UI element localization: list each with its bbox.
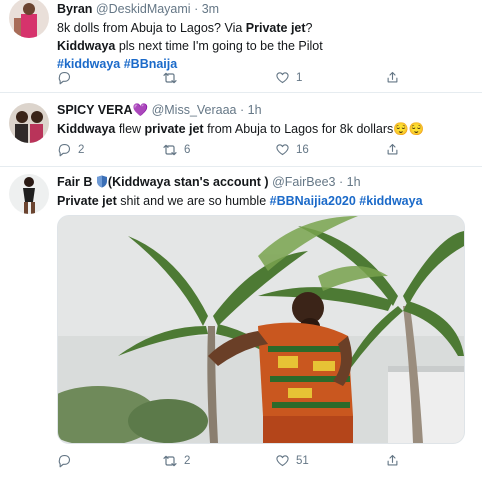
emoji: 😌😌 [393,122,425,136]
share-button[interactable] [385,70,400,85]
share-icon [385,70,400,85]
display-name[interactable]: Fair B [57,175,92,189]
avatar[interactable] [9,103,49,143]
reply-button[interactable]: 2 [57,142,84,157]
avatar-image [9,0,49,38]
tweet-header: Fair B (Kiddwaya stan's account ) @FairB… [57,175,361,189]
like-button[interactable]: 16 [275,142,309,157]
hashtag[interactable]: #kiddwaya [359,194,422,208]
separator: · [338,175,344,189]
reply-icon [57,453,72,468]
avatar-image [9,174,49,214]
tweet-text: Private jet shit and we are so humble #B… [57,192,423,210]
like-icon [275,70,290,85]
retweet-icon [162,70,178,86]
bold-text: private jet [144,122,204,136]
handle[interactable]: @FairBee3 [272,175,335,189]
like-icon [275,453,290,468]
retweet-icon [162,453,178,469]
retweet-count: 2 [184,455,191,467]
timestamp[interactable]: 1h [347,175,361,189]
avatar[interactable] [9,174,49,214]
share-icon [385,142,400,157]
photo-image [58,216,464,443]
timestamp[interactable]: 1h [248,103,262,117]
avatar[interactable] [9,0,49,38]
hashtag[interactable]: #BBnaija [124,57,178,71]
display-name[interactable]: SPICY VERA [57,103,133,117]
display-name-suffix[interactable]: (Kiddwaya stan's account ) [108,175,269,189]
reply-icon [57,142,72,157]
reply-count: 2 [78,143,85,156]
tweet-actions: 2 6 16 [57,142,467,160]
separator: · [194,2,199,16]
text: ? [305,21,313,35]
text: from Abuja to Lagos for 8k dollars [203,122,394,136]
tweet-1[interactable]: Byran @DeskidMayami · 3m 8k dolls from A… [0,0,482,93]
bold-text: Private jet [245,21,306,35]
timestamp[interactable]: 3m [202,2,219,16]
heart-emoji: 💜 [132,103,149,117]
text: 8k dolls from Abuja to Lagos? Via [57,21,246,35]
like-button[interactable]: 51 [275,453,309,468]
text: shit and we are so humble [116,194,270,208]
reply-button[interactable] [57,453,78,468]
tweet-3[interactable]: Fair B (Kiddwaya stan's account ) @FairB… [0,167,482,481]
shield-icon [96,175,107,188]
tweet-actions: 2 51 [57,453,467,471]
share-button[interactable] [385,453,400,468]
share-icon [385,453,400,468]
hashtag[interactable]: #BBNaijia2020 [270,194,356,208]
tweet-text: Kiddwaya flew private jet from Abuja to … [57,120,424,138]
retweet-button[interactable]: 6 [162,142,190,158]
bold-text: Kiddwaya [57,122,116,136]
tweet-media-photo[interactable] [57,215,465,444]
tweet-text: 8k dolls from Abuja to Lagos? Via Privat… [57,19,323,73]
retweet-count: 6 [184,144,191,156]
tweet-header: SPICY VERA💜 @Miss_Veraaa · 1h [57,103,262,118]
handle[interactable]: @DeskidMayami [96,2,191,16]
avatar-image [9,103,49,143]
tweet-actions: 1 [57,70,467,88]
bold-text: Private jet [57,194,117,208]
like-count: 1 [296,71,303,84]
reply-button[interactable] [57,70,78,85]
reply-icon [57,70,72,85]
hashtag[interactable]: #kiddwaya [57,57,120,71]
tweet-2[interactable]: SPICY VERA💜 @Miss_Veraaa · 1h Kiddwaya f… [0,93,482,167]
retweet-icon [162,142,178,158]
like-count: 16 [296,143,309,156]
like-count: 51 [296,454,309,467]
retweet-button[interactable]: 2 [162,453,190,469]
separator: · [240,103,245,117]
text: pls next time I'm going to be the Pilot [115,39,323,53]
display-name[interactable]: Byran [57,2,92,16]
like-button[interactable]: 1 [275,70,302,85]
share-button[interactable] [385,142,400,157]
bold-text: Kiddwaya [57,39,116,53]
retweet-button[interactable] [162,70,184,86]
like-icon [275,142,290,157]
tweet-header: Byran @DeskidMayami · 3m [57,2,219,16]
text: flew [115,122,145,136]
handle[interactable]: @Miss_Veraaa [152,103,237,117]
